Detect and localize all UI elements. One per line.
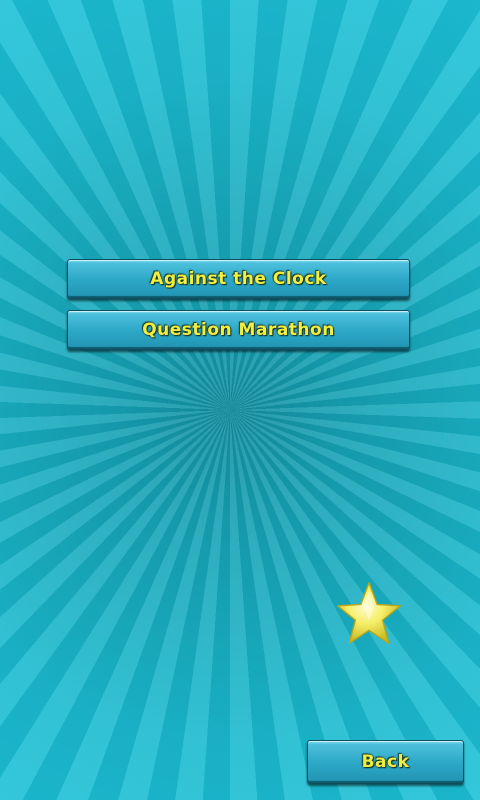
against-the-clock-button[interactable]: Against the Clock (67, 259, 410, 299)
back-button[interactable]: Back (307, 740, 464, 784)
question-marathon-button[interactable]: Question Marathon (67, 310, 410, 350)
sunburst-background (0, 0, 480, 800)
against-the-clock-label: Against the Clock (150, 269, 327, 289)
star-icon (337, 582, 401, 644)
back-label: Back (361, 752, 410, 772)
question-marathon-label: Question Marathon (142, 320, 335, 340)
game-mode-screen: Against the Clock Question Marathon Back (0, 0, 480, 800)
